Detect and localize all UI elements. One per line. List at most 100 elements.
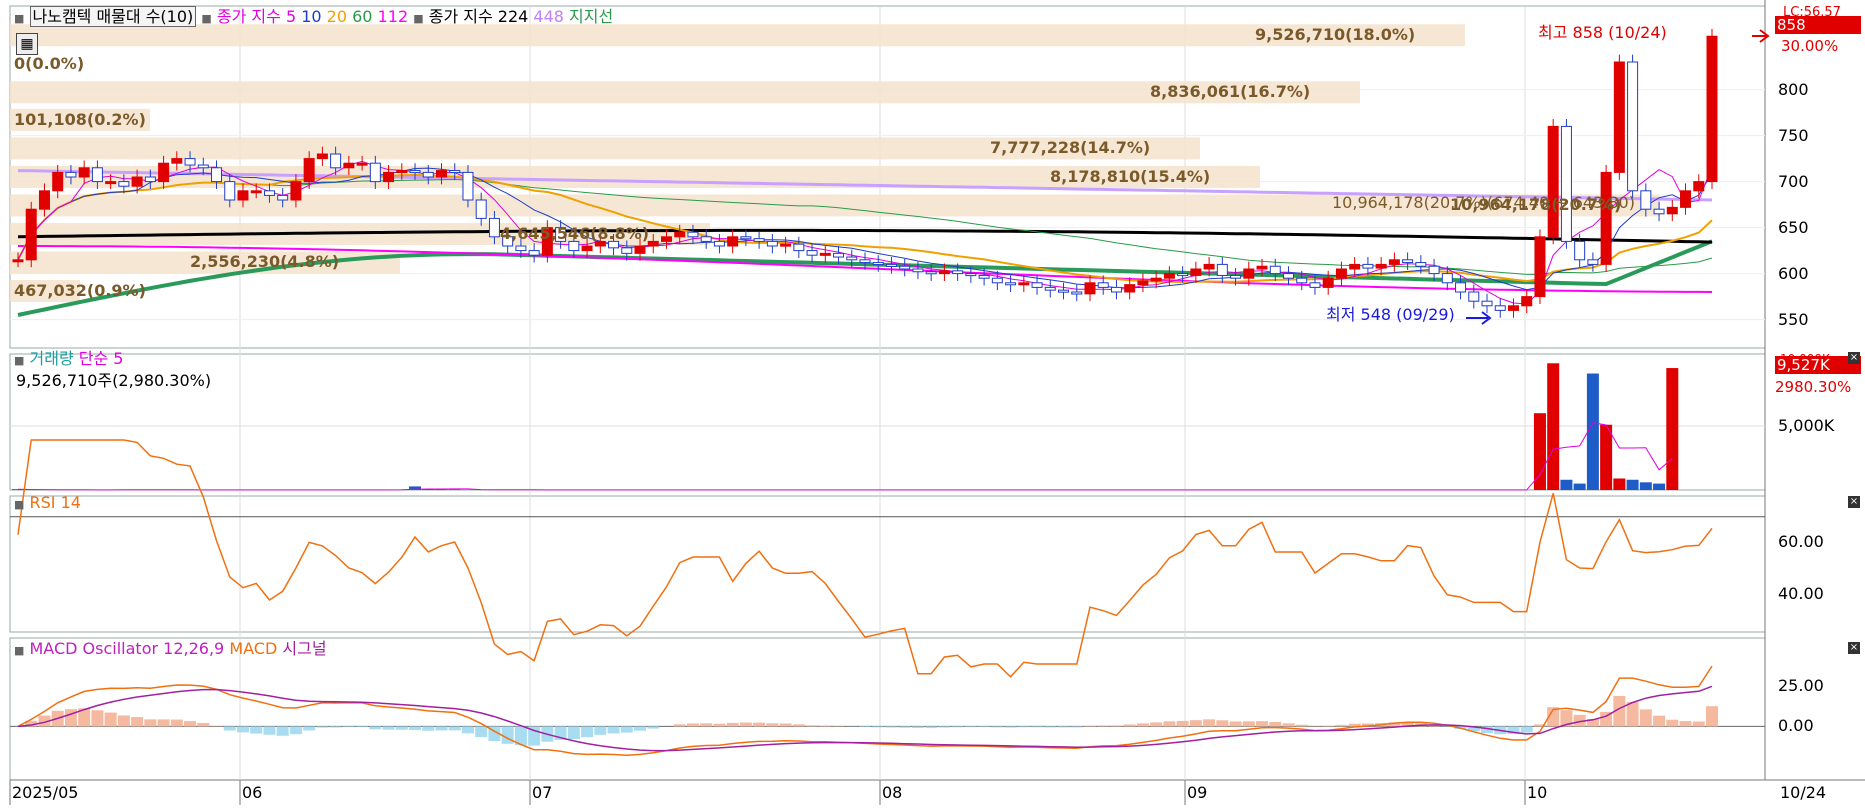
macd-oscillator-bar [1520,726,1533,733]
price-tick-label: 750 [1778,125,1809,145]
candle-body [885,263,897,267]
candle-body [912,268,924,273]
candle-body [1163,273,1175,279]
ma-period-10: 10 [301,7,322,26]
candle-body [25,208,37,261]
macd-oscillator-bar [435,726,448,731]
macd-oscillator-bar [700,723,713,727]
macd-oscillator-bar [1203,719,1216,727]
candle-body [303,158,315,183]
volume-profile-label: 9,526,710(18.0%) [1255,25,1416,45]
candle-body [1335,268,1347,279]
close-icon[interactable]: × [1848,642,1860,654]
candle-body [1534,236,1546,298]
macd-oscillator-bar [1110,725,1123,727]
close-icon[interactable]: × [1848,496,1860,508]
macd-oscillator-bar [409,726,422,731]
x-axis-right-label: 10/24 [1780,783,1827,802]
candle-body [449,170,461,174]
volume-bar [1613,478,1626,490]
candle-body [819,252,831,256]
ma-period-60: 60 [352,7,373,26]
candle-body [753,238,765,242]
macd-oscillator-bar [223,726,236,731]
macd-oscillator-bar [1706,706,1718,727]
candle-body [1097,282,1109,288]
macd-oscillator-bar [1176,720,1189,727]
ma-period-112: 112 [377,7,409,26]
volume-bar [448,489,461,490]
macd-oscillator-bar [91,710,104,727]
macd-oscillator-bar [779,723,792,727]
macd-oscillator-bar [1163,721,1176,727]
ma-period-5: 5 [285,7,297,26]
legend-square-icon: ■ [14,12,25,25]
macd-oscillator-bar [1017,726,1030,728]
candle-body [621,247,633,254]
volume-bar [1560,479,1573,490]
macd-oscillator-bar [792,724,805,727]
candle-body [277,194,289,201]
candle-body [1587,259,1599,265]
macd-oscillator-bar [263,726,276,735]
candle-body [1468,291,1480,302]
candle-body [700,236,712,242]
macd-line [17,665,1713,756]
macd-oscillator-bar [1692,721,1705,727]
candle-body [131,176,143,187]
chart-canvas[interactable] [0,0,1865,810]
macd-oscillator-bar [1679,721,1692,727]
volume-ma-label: 단순 5 [78,349,124,368]
candle-body [409,170,421,174]
macd-oscillator-bar [581,726,594,738]
price-tick-label: 550 [1778,309,1809,329]
candle-body [52,171,64,192]
candle-body [224,181,236,201]
macd-oscillator-bar [475,726,488,738]
macd-oscillator-bar [395,726,408,730]
macd-oscillator-bar [978,726,991,728]
macd-oscillator-bar [951,726,964,728]
volume-profile-label: 4,645,546(8.8%) [500,223,650,243]
candle-body [1653,208,1665,215]
price-tick-label: 800 [1778,79,1809,99]
close-icon[interactable]: × [1848,352,1860,364]
macd-oscillator-bar [938,726,951,728]
volume-profile-label: 7,777,228(14.7%) [990,138,1151,158]
x-axis-label: 06 [242,783,263,802]
candle-body [1627,61,1639,192]
candle-body [952,270,964,275]
rsi-legend: ■ RSI 14 [14,494,81,514]
macd-oscillator-bar [184,721,197,727]
macd-oscillator-bar [885,726,898,728]
price-title[interactable]: 나노캠텍 매물대 수(10) [29,6,197,27]
macd-oscillator-bar [1070,726,1083,728]
candle-body [1441,273,1453,284]
candle-body [528,250,540,256]
candle-body [369,162,381,183]
macd-oscillator-bar [501,726,514,744]
macd-oscillator-bar [1653,715,1666,727]
candle-body [1256,265,1268,270]
candle-body [211,167,223,183]
candle-body [1084,282,1096,295]
candle-body [660,236,672,242]
volume-ma-line [17,422,1673,491]
grid-icon[interactable]: ▦ [16,33,38,55]
macd-oscillator-bar [356,726,369,728]
candle-body [780,243,792,247]
candle-body [978,274,990,279]
volume-tick-label: 5,000K [1778,416,1835,435]
candle-body [422,171,434,178]
macd-oscillator-bar [64,709,77,727]
candle-body [488,217,500,238]
candle-body [1177,273,1189,277]
candle-body [1481,300,1493,307]
macd-oscillator-bar [448,726,461,731]
macd-oscillator-bar [1242,721,1255,727]
legend-square-icon: ■ [14,498,25,511]
macd-oscillator-bar [739,722,752,727]
current-change: 30.00% [1781,37,1839,55]
candle-body [833,252,845,258]
legend-square-icon: ■ [14,644,25,657]
